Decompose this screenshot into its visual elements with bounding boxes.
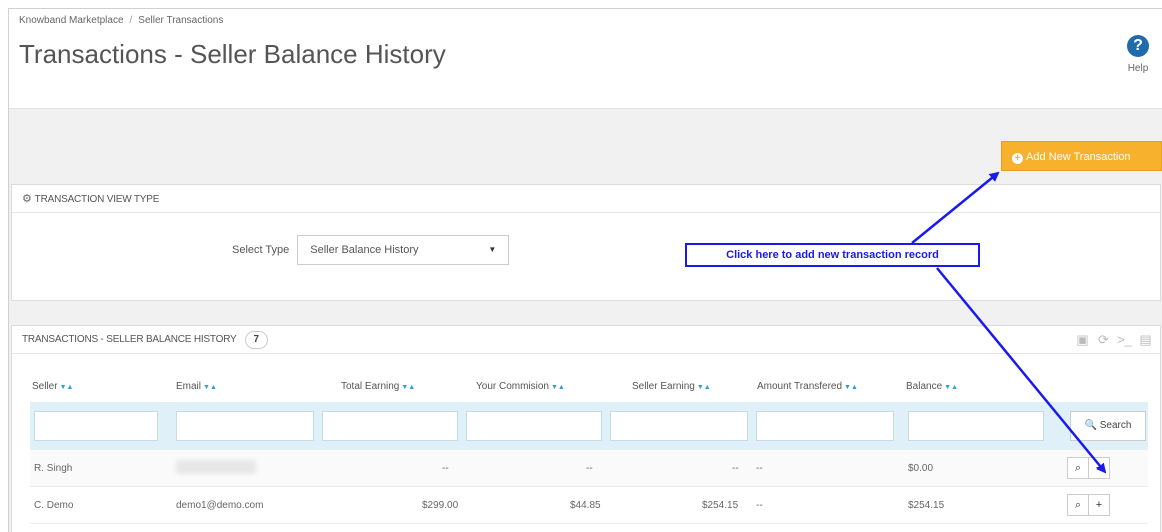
- arrow-to-row-plus: [936, 267, 1107, 474]
- annotation-arrows: [911, 171, 1107, 474]
- arrow-to-add-button: [911, 171, 1000, 244]
